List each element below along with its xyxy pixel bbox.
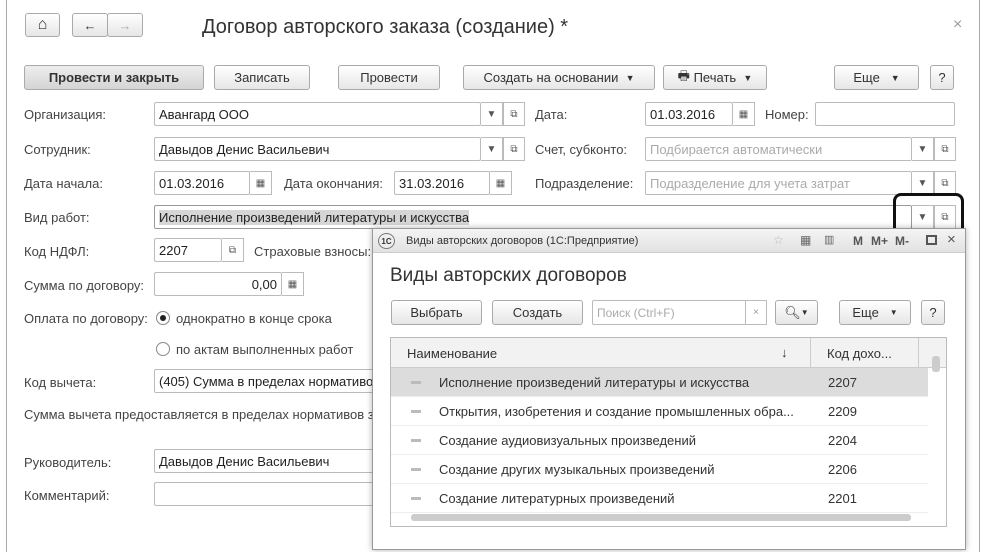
- select-button[interactable]: Выбрать: [391, 300, 482, 325]
- popup-more-button[interactable]: Еще ▼: [839, 300, 911, 325]
- contract-sum-field[interactable]: 0,00: [154, 272, 282, 296]
- row-name: Создание аудиовизуальных произведений: [439, 432, 696, 448]
- table-row[interactable]: Создание аудиовизуальных произведений 220…: [391, 426, 928, 455]
- row-code: 2201: [828, 490, 857, 506]
- manager-label: Руководитель:: [24, 455, 112, 470]
- row-name: Исполнение произведений литературы и иск…: [439, 374, 750, 390]
- memory-m-icon[interactable]: M: [853, 234, 863, 248]
- create-button[interactable]: Создать: [492, 300, 583, 325]
- payment-once-radio[interactable]: [156, 311, 170, 325]
- maximize-icon[interactable]: [926, 235, 937, 245]
- 1c-logo-icon: 1С: [378, 233, 395, 249]
- deduction-code-field[interactable]: (405) Сумма в пределах нормативо: [154, 369, 384, 393]
- search-input[interactable]: Поиск (Ctrl+F): [592, 300, 748, 325]
- row-code: 2209: [828, 403, 857, 419]
- item-icon: [411, 409, 421, 413]
- calendar-icon[interactable]: ▥: [824, 233, 834, 246]
- row-code: 2207: [828, 374, 857, 390]
- table-row[interactable]: Создание литературных произведений 2201: [391, 484, 928, 513]
- manager-field[interactable]: Давыдов Денис Васильевич: [154, 449, 384, 473]
- open-icon[interactable]: ⧉: [222, 238, 244, 262]
- sort-arrow-icon: ↓: [781, 345, 788, 360]
- deduction-note: Сумма вычета предоставляется в пределах …: [24, 407, 372, 422]
- popup-window-title: Виды авторских договоров (1С:Предприятие…: [406, 235, 639, 247]
- row-name: Открытия, изобретения и создание промышл…: [439, 403, 794, 419]
- payment-label: Оплата по договору:: [24, 311, 148, 326]
- insurance-label: Страховые взносы:: [254, 244, 372, 259]
- popup-titlebar: 1С Виды авторских договоров (1С:Предприя…: [373, 229, 965, 253]
- popup-heading: Виды авторских договоров: [390, 265, 627, 286]
- ndfl-code-label: Код НДФЛ:: [24, 244, 90, 259]
- horizontal-scrollbar[interactable]: [411, 514, 911, 521]
- table-row[interactable]: Открытия, изобретения и создание промышл…: [391, 397, 928, 426]
- table-row[interactable]: Создание других музыкальных произведений…: [391, 455, 928, 484]
- payment-acts-label: по актам выполненных работ: [176, 342, 354, 357]
- row-code: 2204: [828, 432, 857, 448]
- calculator-icon[interactable]: ▦: [282, 272, 304, 296]
- item-icon: [411, 496, 421, 500]
- row-name: Создание других музыкальных произведений: [439, 461, 715, 477]
- item-icon: [411, 380, 421, 384]
- item-icon: [411, 467, 421, 471]
- row-code: 2206: [828, 461, 857, 477]
- calculator-icon[interactable]: ▦: [800, 233, 811, 247]
- popup-help-button[interactable]: ?: [921, 300, 945, 325]
- contract-types-popup: 1С Виды авторских договоров (1С:Предприя…: [372, 228, 966, 550]
- column-code-header[interactable]: Код дохо...: [827, 346, 892, 361]
- item-icon: [411, 438, 421, 442]
- payment-once-label: однократно в конце срока: [176, 311, 332, 326]
- contract-types-table: Наименование ↓ Код дохо... Исполнение пр…: [390, 337, 947, 527]
- table-header: Наименование ↓ Код дохо...: [391, 338, 946, 368]
- column-name-header[interactable]: Наименование: [407, 346, 497, 361]
- ndfl-code-field[interactable]: 2207: [154, 238, 222, 262]
- comment-label: Комментарий:: [24, 488, 110, 503]
- dropdown-arrow-icon: ▼: [889, 308, 898, 317]
- clear-search-icon[interactable]: ×: [745, 300, 767, 325]
- row-name: Создание литературных произведений: [439, 490, 675, 506]
- search-options-button[interactable]: 🔍︎ ▼: [775, 300, 818, 325]
- column-divider: [810, 338, 811, 368]
- payment-acts-radio[interactable]: [156, 342, 170, 356]
- comment-field[interactable]: [154, 482, 384, 506]
- magnifier-icon: 🔍︎: [784, 304, 801, 320]
- contract-sum-label: Сумма по договору:: [24, 278, 145, 293]
- column-divider: [918, 338, 919, 368]
- close-icon[interactable]: ×: [947, 231, 956, 248]
- vertical-scrollbar[interactable]: [932, 356, 940, 372]
- deduction-code-label: Код вычета:: [24, 375, 97, 390]
- memory-minus-icon[interactable]: M-: [895, 234, 909, 248]
- table-row[interactable]: Исполнение произведений литературы и иск…: [391, 368, 928, 397]
- memory-plus-icon[interactable]: M+: [871, 234, 888, 248]
- favorite-star-icon[interactable]: ☆: [773, 233, 784, 247]
